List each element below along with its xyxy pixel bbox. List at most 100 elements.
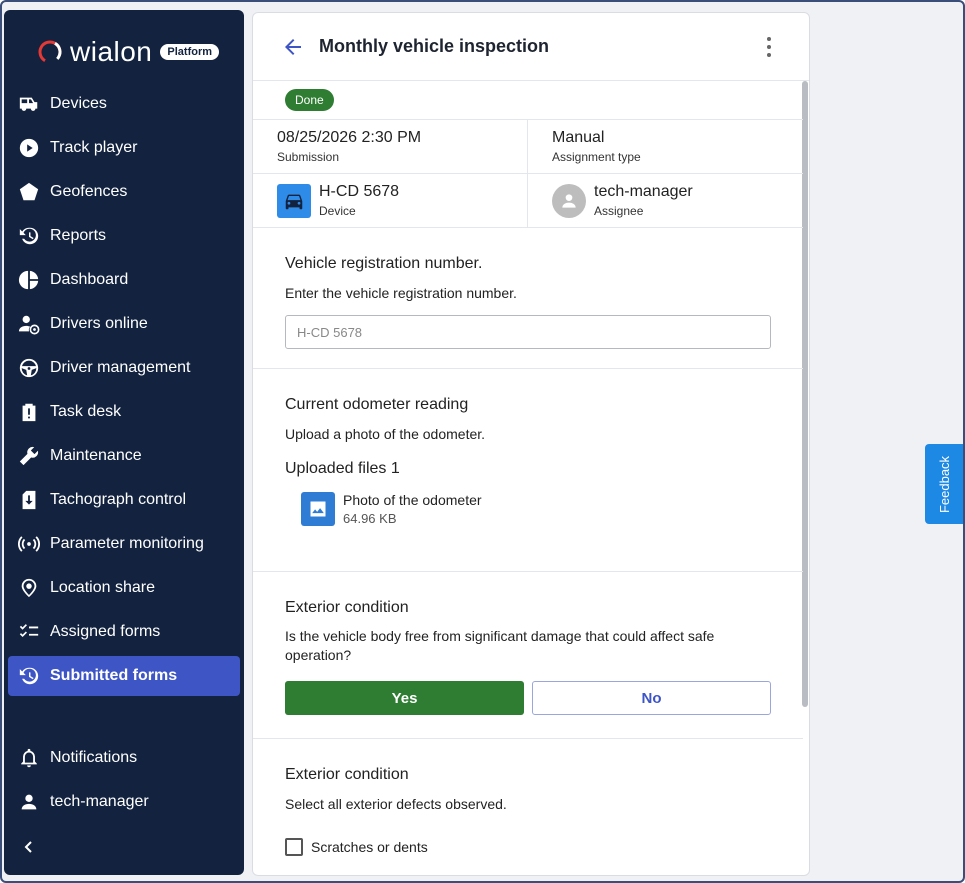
- pie-icon: [18, 269, 40, 291]
- wialon-logo-icon: [38, 40, 62, 64]
- user-icon: [18, 791, 40, 813]
- form-panel: Monthly vehicle inspection Done 08/25/20…: [252, 12, 810, 876]
- wrench-icon: [18, 445, 40, 467]
- scratches-checkbox[interactable]: [285, 838, 303, 856]
- devices-icon: [18, 93, 40, 115]
- sidebar-item-label: Parameter monitoring: [50, 535, 204, 552]
- assignee-info: tech-manager Assignee: [528, 174, 803, 228]
- sidebar-item-geofences[interactable]: Geofences: [8, 172, 240, 212]
- question-title: Exterior condition: [285, 766, 409, 783]
- history-icon: [18, 665, 40, 687]
- image-icon: [301, 492, 335, 526]
- pentagon-icon: [18, 181, 40, 203]
- sidebar-item-label: Geofences: [50, 183, 128, 200]
- device-label: Device: [319, 204, 356, 218]
- sidebar-item-label: Location share: [50, 579, 155, 596]
- question-description: Upload a photo of the odometer.: [285, 426, 486, 442]
- question-exterior-damage: Exterior condition Is the vehicle body f…: [253, 572, 803, 739]
- sidebar-item-label: Devices: [50, 95, 107, 112]
- history-icon: [18, 225, 40, 247]
- submission-label: Submission: [277, 150, 340, 164]
- sidebar-item-label: tech-manager: [50, 793, 149, 810]
- panel-header: Monthly vehicle inspection: [253, 13, 809, 81]
- sidebar-item-label: Assigned forms: [50, 623, 161, 640]
- sidebar-item-task-desk[interactable]: Task desk: [8, 392, 240, 432]
- more-options-icon[interactable]: [763, 35, 775, 59]
- sidebar-bottom: Notifications tech-manager: [8, 738, 240, 826]
- app-window: wialon Platform Devices Track player Geo…: [0, 0, 965, 883]
- sidebar-item-label: Task desk: [50, 403, 122, 420]
- status-row: Done: [253, 81, 803, 120]
- checkbox-option[interactable]: Scratches or dents: [285, 838, 771, 856]
- tachograph-icon: [18, 489, 40, 511]
- device-value: H-CD 5678: [319, 183, 400, 200]
- brand-badge: Platform: [160, 44, 220, 60]
- sidebar-item-label: Dashboard: [50, 271, 129, 288]
- question-odometer: Current odometer reading Upload a photo …: [253, 369, 803, 572]
- sidebar-item-label: Submitted forms: [50, 667, 178, 684]
- driver-icon: [18, 313, 40, 335]
- file-item[interactable]: Photo of the odometer 64.96 KB: [301, 492, 771, 526]
- sidebar-item-driver-management[interactable]: Driver management: [8, 348, 240, 388]
- assignee-value: tech-manager: [594, 183, 693, 200]
- registration-input[interactable]: [285, 315, 771, 349]
- question-title: Exterior condition: [285, 599, 409, 616]
- brand-name: wialon: [70, 36, 153, 67]
- chevron-left-icon: [24, 841, 32, 853]
- no-button[interactable]: No: [532, 681, 771, 715]
- file-size: 64.96 KB: [343, 511, 397, 526]
- sidebar-item-track-player[interactable]: Track player: [8, 128, 240, 168]
- yes-button[interactable]: Yes: [285, 681, 524, 715]
- sidebar-item-maintenance[interactable]: Maintenance: [8, 436, 240, 476]
- sidebar-item-notifications[interactable]: Notifications: [8, 738, 240, 778]
- brand-logo[interactable]: wialon Platform: [36, 32, 220, 72]
- sidebar-item-drivers-online[interactable]: Drivers online: [8, 304, 240, 344]
- submission-info: 08/25/2026 2:30 PM Submission: [253, 120, 528, 174]
- back-arrow-icon[interactable]: [281, 35, 305, 59]
- sidebar-item-user[interactable]: tech-manager: [8, 782, 240, 822]
- bell-icon: [18, 747, 40, 769]
- device-info[interactable]: H-CD 5678 Device: [253, 174, 528, 228]
- assignment-info: Manual Assignment type: [528, 120, 803, 174]
- avatar: [552, 183, 586, 218]
- sidebar-nav: Devices Track player Geofences Reports D…: [8, 84, 240, 700]
- collapse-sidebar-button[interactable]: [18, 836, 40, 858]
- uploaded-files-title: Uploaded files 1: [285, 460, 400, 477]
- sidebar-item-submitted-forms[interactable]: Submitted forms: [8, 656, 240, 696]
- page-title: Monthly vehicle inspection: [319, 36, 550, 56]
- question-description: Is the vehicle body free from significan…: [285, 628, 715, 663]
- sidebar-item-label: Drivers online: [50, 315, 148, 332]
- sidebar-item-label: Tachograph control: [50, 491, 187, 508]
- assignment-label: Assignment type: [552, 150, 641, 164]
- sidebar-item-parameter-monitoring[interactable]: Parameter monitoring: [8, 524, 240, 564]
- question-exterior-defects: Exterior condition Select all exterior d…: [253, 739, 803, 875]
- question-registration: Vehicle registration number. Enter the v…: [253, 228, 803, 369]
- sidebar-item-location-share[interactable]: Location share: [8, 568, 240, 608]
- signal-icon: [18, 533, 40, 555]
- assignee-label: Assignee: [594, 204, 644, 218]
- submission-value: 08/25/2026 2:30 PM: [277, 129, 422, 146]
- sidebar-item-label: Notifications: [50, 749, 138, 766]
- sidebar-item-label: Reports: [50, 227, 107, 244]
- sidebar-item-assigned-forms[interactable]: Assigned forms: [8, 612, 240, 652]
- sidebar-item-dashboard[interactable]: Dashboard: [8, 260, 240, 300]
- location-icon: [18, 577, 40, 599]
- sidebar: wialon Platform Devices Track player Geo…: [4, 10, 244, 875]
- question-title: Vehicle registration number.: [285, 255, 483, 272]
- question-description: Enter the vehicle registration number.: [285, 285, 517, 301]
- play-icon: [18, 137, 40, 159]
- yes-no-group: Yes No: [285, 681, 771, 715]
- clipboard-icon: [18, 401, 40, 423]
- car-icon: [277, 183, 311, 218]
- sidebar-item-label: Maintenance: [50, 447, 142, 464]
- form-content: Done 08/25/2026 2:30 PM Submission Manua…: [253, 81, 803, 875]
- checklist-icon: [18, 621, 40, 643]
- sidebar-item-reports[interactable]: Reports: [8, 216, 240, 256]
- sidebar-item-devices[interactable]: Devices: [8, 84, 240, 124]
- sidebar-item-label: Track player: [50, 139, 138, 156]
- feedback-button[interactable]: Feedback: [925, 444, 963, 524]
- sidebar-item-tachograph-control[interactable]: Tachograph control: [8, 480, 240, 520]
- sidebar-item-label: Driver management: [50, 359, 191, 376]
- question-description: Select all exterior defects observed.: [285, 796, 507, 812]
- steering-icon: [18, 357, 40, 379]
